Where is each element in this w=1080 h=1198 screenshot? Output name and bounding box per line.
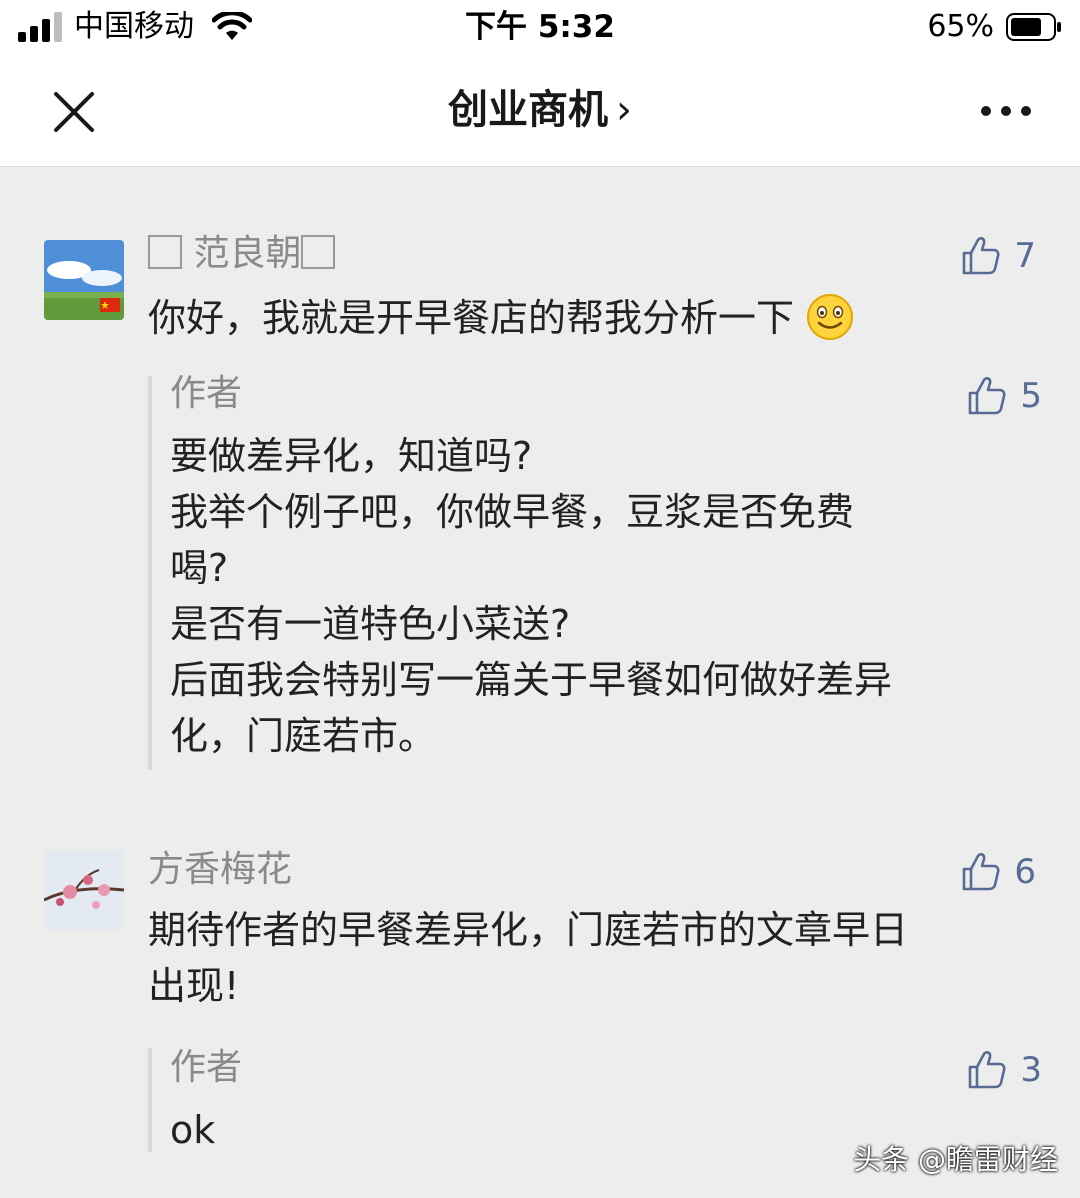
like-count: 6 xyxy=(1014,852,1036,892)
thumbs-up-icon xyxy=(969,377,1006,415)
like-count: 3 xyxy=(1020,1050,1042,1090)
chevron-right-icon: › xyxy=(616,87,632,133)
comment-text: 期待作者的早餐差异化，门庭若市的文章早日 出现! xyxy=(148,908,909,1008)
like-button[interactable]: 3 xyxy=(966,1046,1042,1094)
reply-author: 作者 xyxy=(170,373,243,414)
placeholder-glyph-icon xyxy=(148,235,182,269)
nav-bar: 创业商机 › xyxy=(0,56,1080,167)
avatar[interactable] xyxy=(44,850,124,930)
avatar-landscape-image xyxy=(44,240,124,320)
author-reply: 作者 3 ok xyxy=(148,1046,1042,1152)
like-count: 5 xyxy=(1020,376,1042,416)
comment-username: 范良朝 xyxy=(148,230,336,278)
reply-text: 要做差异化，知道吗? 我举个例子吧，你做早餐，豆浆是否免费 喝? 是否有一道特色… xyxy=(170,434,893,758)
placeholder-glyph-icon xyxy=(301,235,336,269)
status-bar: 中国移动 下午 5:32 65% xyxy=(0,0,1080,56)
like-button[interactable]: 6 xyxy=(960,848,1036,896)
more-icon[interactable] xyxy=(978,96,1034,126)
thumbs-up-icon xyxy=(963,237,1000,275)
like-button[interactable]: 5 xyxy=(966,372,1042,420)
battery-icon xyxy=(1006,13,1061,41)
comment-text: 你好，我就是开早餐店的帮我分析一下 xyxy=(148,290,1028,346)
battery-percent: 65% xyxy=(927,9,994,44)
watermark: 头条 @瞻雷财经 xyxy=(853,1143,1058,1176)
thumbs-up-icon xyxy=(963,853,1000,891)
like-count: 7 xyxy=(1014,236,1036,276)
page-title[interactable]: 创业商机 › xyxy=(0,82,1080,138)
reply-author: 作者 xyxy=(170,1047,243,1088)
thumbs-up-icon xyxy=(969,1051,1006,1089)
page-title-text: 创业商机 xyxy=(448,87,608,133)
like-button[interactable]: 7 xyxy=(960,232,1036,280)
smile-emoji-icon xyxy=(807,294,854,340)
comment-username: 方香梅花 xyxy=(148,849,293,890)
clock-time: 下午 5:32 xyxy=(465,9,615,45)
avatar[interactable] xyxy=(44,240,124,320)
avatar-plum-blossom-image xyxy=(44,850,124,930)
author-reply: 作者 5 要做差异化，知道吗? 我举个例子吧，你做早餐，豆浆是否免费 喝? 是否… xyxy=(148,373,1042,770)
